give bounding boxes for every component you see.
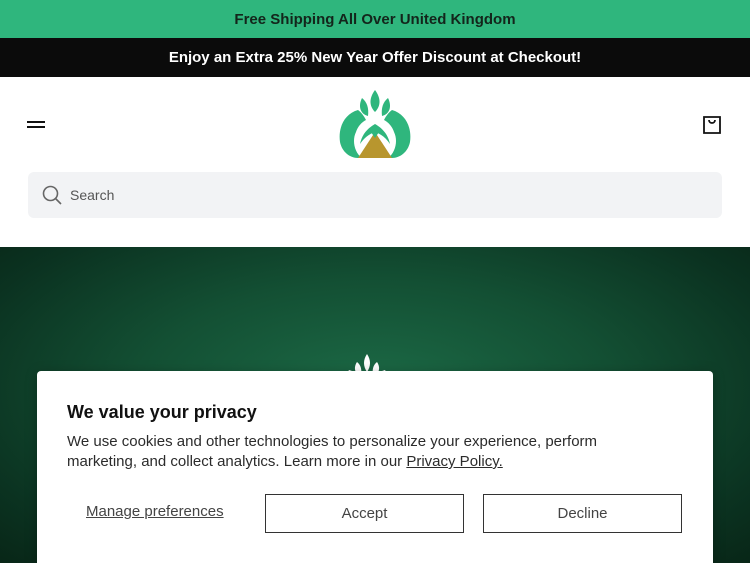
search-input[interactable] [70,172,710,218]
search-icon[interactable] [40,183,64,207]
shipping-announcement-bar: Free Shipping All Over United Kingdom [0,0,750,38]
shipping-announcement-text: Free Shipping All Over United Kingdom [234,10,516,28]
offer-announcement-text: Enjoy an Extra 25% New Year Offer Discou… [168,49,582,66]
manage-preferences-button[interactable]: Manage preferences [86,503,224,520]
cookie-dialog-body: We use cookies and other technologies to… [67,432,667,472]
cookie-dialog-title: We value your privacy [67,402,257,422]
hamburger-menu-icon[interactable] [25,115,49,133]
offer-announcement-bar: Enjoy an Extra 25% New Year Offer Discou… [0,38,750,77]
decline-button[interactable]: Decline [483,494,682,533]
accept-button[interactable]: Accept [265,494,464,533]
shopping-bag-icon[interactable] [700,112,724,136]
lotus-logo-icon[interactable] [336,88,414,160]
cookie-dialog-text: We use cookies and other technologies to… [67,433,598,470]
cookie-consent-dialog: We value your privacy We use cookies and… [37,371,713,563]
search-bar [28,172,722,218]
site-header [0,77,750,170]
privacy-policy-link[interactable]: Privacy Policy. [406,453,502,470]
